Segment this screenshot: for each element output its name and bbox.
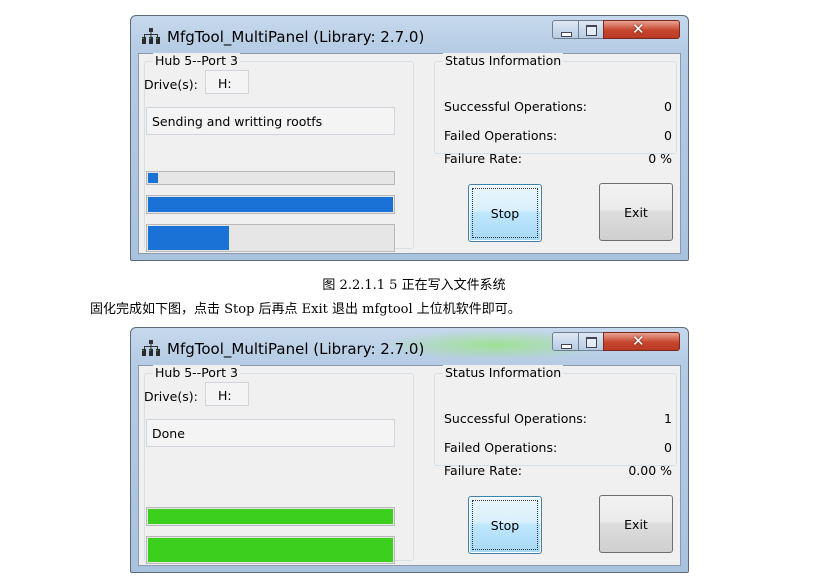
failure-rate-value: 0.00 % [628, 463, 672, 478]
stop-button[interactable]: Stop [468, 496, 542, 554]
status-information-label: Status Information [443, 365, 564, 380]
window-title: MfgTool_MultiPanel (Library: 2.7.0) [167, 340, 425, 358]
progress-bar-step [146, 171, 395, 185]
title-bar[interactable]: MfgTool_MultiPanel (Library: 2.7.0) ✕ [131, 328, 688, 364]
instruction-text: 固化完成如下图，点击 Stop 后再点 Exit 退出 mfgtool 上位机软… [90, 302, 521, 317]
window-client-area: Hub 5--Port 3 Drive(s): H: Done Status I… [138, 365, 681, 566]
failed-operations-label: Failed Operations: [444, 128, 558, 143]
hub-port-label: Hub 5--Port 3 [153, 53, 240, 68]
drive-value: H: [205, 382, 249, 406]
progress-fill [148, 197, 393, 212]
stop-button[interactable]: Stop [468, 184, 542, 242]
progress-fill [148, 173, 158, 183]
progress-bar-overall [146, 195, 395, 214]
minimize-button[interactable] [552, 20, 579, 39]
minimize-icon [561, 344, 572, 349]
maximize-button[interactable] [578, 20, 604, 39]
close-button[interactable]: ✕ [603, 332, 680, 351]
progress-bar-overall [146, 507, 395, 526]
window-client-area: Hub 5--Port 3 Drive(s): H: Sending and w… [138, 53, 681, 254]
progress-fill [148, 226, 229, 250]
progress-fill [148, 538, 393, 562]
progress-fill [148, 509, 393, 524]
progress-bar-file [146, 224, 395, 252]
minimize-icon [561, 32, 572, 37]
app-hierarchy-icon [142, 340, 160, 356]
hub-port-label: Hub 5--Port 3 [153, 365, 240, 380]
maximize-icon [586, 25, 597, 36]
title-bar[interactable]: MfgTool_MultiPanel (Library: 2.7.0) ✕ [131, 16, 688, 52]
successful-operations-value: 1 [664, 411, 672, 426]
successful-operations-label: Successful Operations: [444, 411, 588, 426]
close-icon: ✕ [632, 20, 645, 38]
successful-operations-value: 0 [664, 99, 672, 114]
exit-button[interactable]: Exit [599, 183, 673, 241]
failed-operations-value: 0 [664, 128, 672, 143]
failed-operations-label: Failed Operations: [444, 440, 558, 455]
drive-value: H: [205, 70, 249, 94]
operation-status-text: Done [146, 419, 395, 447]
status-information-label: Status Information [443, 53, 564, 68]
failure-rate-label: Failure Rate: [444, 463, 522, 478]
close-icon: ✕ [632, 332, 645, 350]
progress-bar-file [146, 536, 395, 564]
failure-rate-value: 0 % [648, 151, 672, 166]
exit-button[interactable]: Exit [599, 495, 673, 553]
failure-rate-label: Failure Rate: [444, 151, 522, 166]
drive-label: Drive(s): [144, 389, 198, 404]
mfgtool-window-writing: MfgTool_MultiPanel (Library: 2.7.0) ✕ Hu… [130, 15, 689, 261]
operation-status-text: Sending and writting rootfs [146, 107, 395, 135]
successful-operations-label: Successful Operations: [444, 99, 588, 114]
app-hierarchy-icon [142, 28, 160, 44]
drive-label: Drive(s): [144, 77, 198, 92]
failed-operations-value: 0 [664, 440, 672, 455]
mfgtool-window-done: MfgTool_MultiPanel (Library: 2.7.0) ✕ Hu… [130, 327, 689, 573]
figure-caption: 图 2.2.1.1 5 正在写入文件系统 [322, 278, 506, 293]
minimize-button[interactable] [552, 332, 579, 351]
window-title: MfgTool_MultiPanel (Library: 2.7.0) [167, 28, 425, 46]
maximize-button[interactable] [578, 332, 604, 351]
maximize-icon [586, 337, 597, 348]
close-button[interactable]: ✕ [603, 20, 680, 39]
